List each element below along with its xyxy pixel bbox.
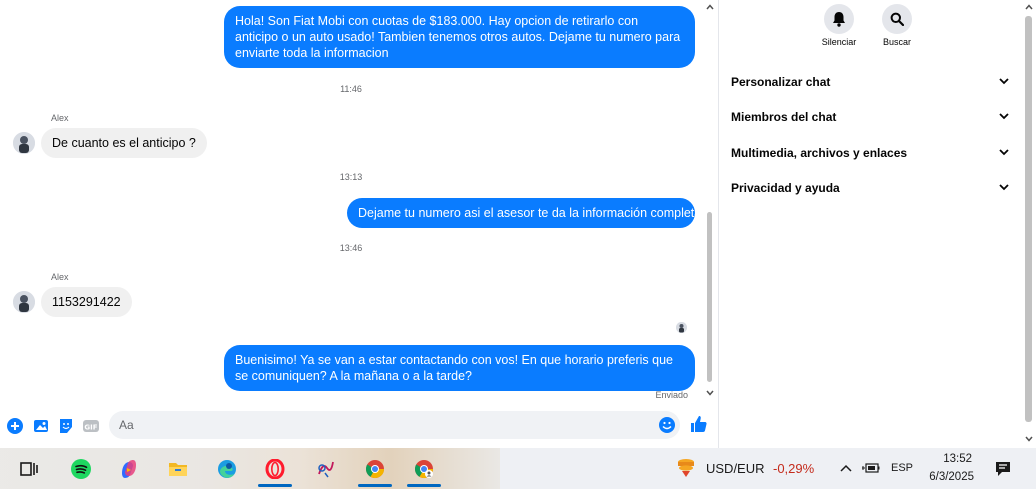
mute-label: Silenciar [821, 37, 857, 47]
opera-app-button[interactable] [258, 453, 292, 487]
search-icon [890, 12, 904, 26]
message-timestamp: 13:13 [339, 172, 363, 182]
file-explorer-app-button[interactable] [161, 453, 195, 485]
language-indicator[interactable]: ESP [891, 448, 913, 489]
page-scrollbar[interactable] [1022, 0, 1036, 448]
chevron-up-icon[interactable] [840, 464, 852, 472]
section-chat-members[interactable]: Miembros del chat [731, 107, 1009, 127]
ticker-change[interactable]: -0,29% [773, 448, 814, 489]
sender-name: Alex [51, 272, 69, 282]
ticker-label[interactable]: USD/EUR [706, 448, 765, 489]
section-customize-chat[interactable]: Personalizar chat [731, 72, 1009, 92]
message-bubble-incoming[interactable]: De cuanto es el anticipo ? [41, 128, 207, 158]
svg-text:GIF: GIF [84, 424, 97, 432]
scroll-down-icon [1025, 436, 1033, 442]
clock-date[interactable]: 6/3/2025 [920, 471, 974, 483]
message-timestamp: 11:46 [340, 84, 362, 94]
chevron-down-icon [999, 113, 1009, 120]
scrollbar-thumb[interactable] [707, 212, 712, 382]
gif-icon[interactable]: GIF [82, 417, 100, 435]
copilot-icon [122, 460, 136, 478]
chrome-profile-icon [414, 460, 433, 479]
currency-chart-icon [678, 459, 694, 477]
section-media-files-links[interactable]: Multimedia, archivos y enlaces [731, 143, 1009, 163]
chat-details-panel: Silenciar Buscar Personalizar chat Miemb… [719, 0, 1024, 448]
scrollbar-thumb[interactable] [1025, 16, 1032, 422]
section-privacy-help[interactable]: Privacidad y ayuda [731, 178, 1009, 198]
battery-plug-icon[interactable] [862, 461, 880, 475]
mute-button[interactable] [824, 4, 854, 34]
sender-name: Alex [51, 113, 69, 123]
message-bubble-outgoing[interactable]: Dejame tu numero asi el asesor te da la … [347, 198, 701, 228]
task-view-button[interactable] [12, 453, 46, 485]
opera-icon [265, 459, 285, 479]
search-label: Buscar [882, 37, 911, 47]
chat-panel: Hola! Son Fiat Mobi con cuotas de $183.0… [0, 0, 719, 448]
chat-scrollbar[interactable] [704, 0, 716, 405]
edge-app-button[interactable] [210, 453, 244, 485]
thumbs-up-icon[interactable] [689, 414, 709, 434]
sticker-icon[interactable] [57, 417, 75, 435]
app-7-button[interactable] [309, 453, 343, 485]
seen-avatar-icon [676, 322, 687, 333]
app-7-icon [318, 461, 334, 478]
task-view-icon [20, 462, 38, 476]
taskbar: USD/EUR -0,29% ESP 13:52 6/3/2025 [0, 448, 1036, 489]
message-bubble-outgoing[interactable]: Hola! Son Fiat Mobi con cuotas de $183.0… [224, 6, 695, 68]
message-bubble-outgoing[interactable]: Buenisimo! Ya se van a estar contactando… [224, 345, 695, 391]
message-status: Enviado [655, 390, 688, 400]
edge-icon [218, 460, 236, 478]
scroll-up-icon [1025, 4, 1033, 10]
chrome-icon [365, 460, 384, 479]
emoji-icon[interactable] [658, 416, 676, 434]
avatar[interactable] [13, 132, 35, 154]
message-input[interactable]: Aa [109, 411, 680, 439]
photo-icon[interactable] [32, 417, 50, 435]
avatar[interactable] [13, 291, 35, 313]
scroll-down-icon [706, 390, 714, 396]
message-timestamp: 13:46 [339, 243, 363, 253]
copilot-app-button[interactable] [112, 453, 146, 485]
notifications-icon[interactable] [994, 460, 1012, 478]
clock-time[interactable]: 13:52 [920, 453, 972, 465]
chrome-app-button[interactable] [358, 453, 392, 487]
spotify-app-button[interactable] [64, 453, 98, 485]
message-bubble-incoming[interactable]: 1153291422 [41, 287, 132, 317]
search-button[interactable] [882, 4, 912, 34]
chevron-down-icon [999, 78, 1009, 85]
bell-icon [833, 12, 845, 27]
chevron-down-icon [999, 184, 1009, 191]
chrome-profile-app-button[interactable] [407, 453, 441, 487]
chevron-down-icon [999, 149, 1009, 156]
folder-icon [169, 463, 187, 476]
spotify-icon [71, 459, 91, 479]
plus-icon[interactable] [6, 417, 24, 435]
scroll-up-icon [706, 4, 714, 10]
